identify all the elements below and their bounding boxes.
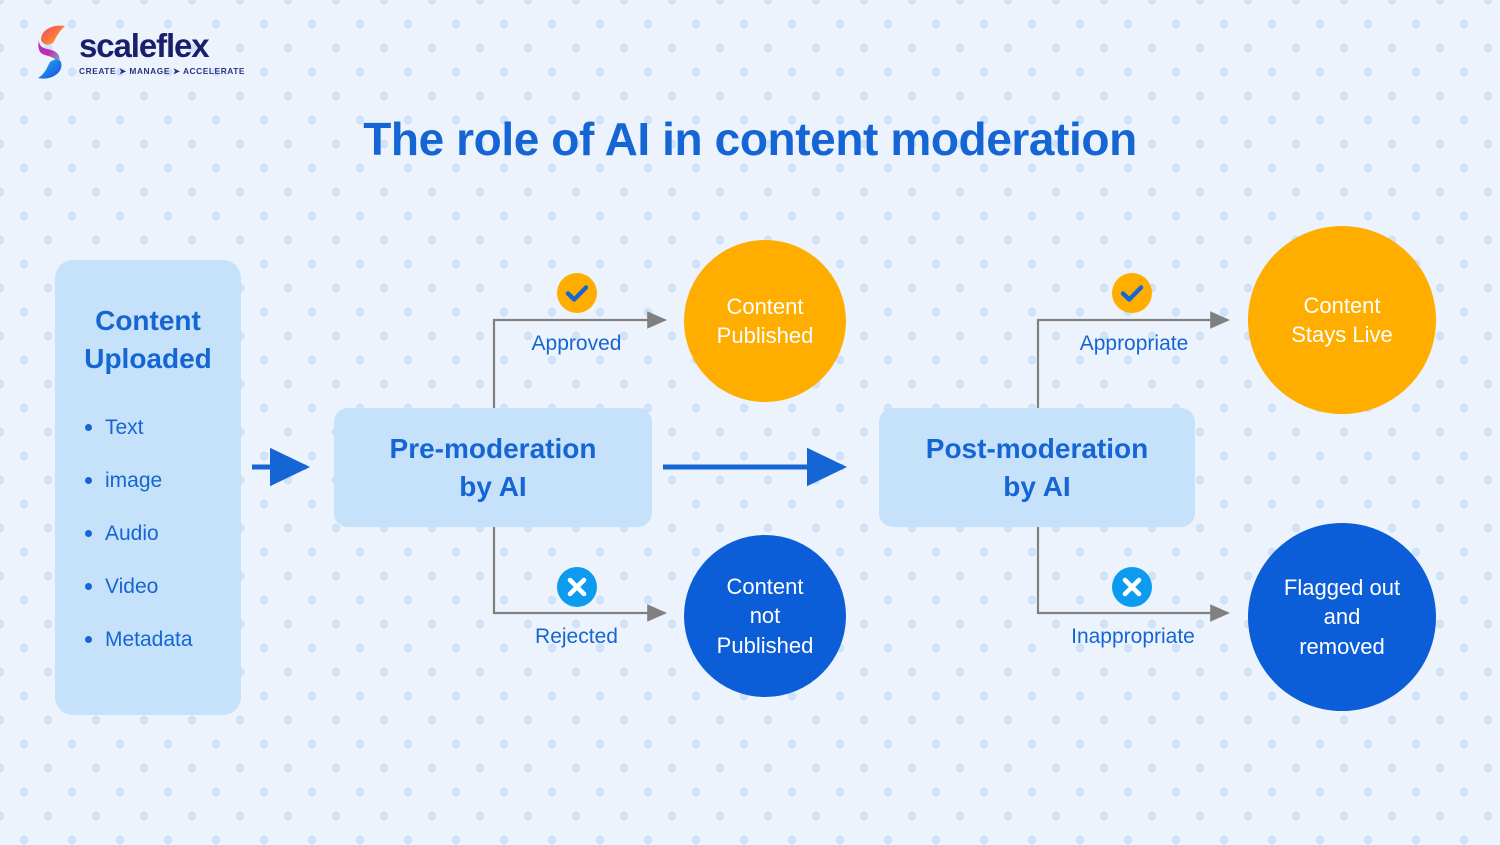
outcome-line1: Flagged out (1283, 575, 1401, 601)
list-item: image (83, 470, 241, 491)
post-moderation-label-line2: by AI (1003, 470, 1071, 502)
brand-tagline: CREATE ➤ MANAGE ➤ ACCELERATE (79, 65, 246, 76)
branch-label-appropriate: Appropriate (1079, 332, 1189, 355)
x-circle-icon (1112, 567, 1152, 607)
list-item: Audio (83, 523, 241, 544)
brand-logo[interactable]: scaleflex CREATE ➤ MANAGE ➤ ACCELERATE (34, 24, 245, 80)
page-title: The role of AI in content moderation (363, 113, 1137, 165)
content-uploaded-title-line1: Content (95, 305, 201, 336)
brand-wordmark: scaleflex (79, 26, 210, 64)
list-item: Video (83, 576, 241, 597)
x-circle-icon (557, 567, 597, 607)
outcome-line2: Stays Live (1291, 322, 1393, 347)
outcome-line2: not (749, 603, 781, 629)
pre-moderation-node: Pre-moderation by AI (334, 408, 652, 527)
check-circle-icon (1112, 273, 1152, 313)
outcome-line1: Content (1303, 292, 1381, 318)
pre-moderation-label-line2: by AI (459, 470, 527, 502)
outcome-line1: Content (726, 293, 804, 319)
content-type-list: Text image Audio Video Metadata (55, 417, 241, 650)
scaleflex-s-logo-icon (38, 25, 65, 79)
pre-moderation-label-line1: Pre-moderation (389, 433, 597, 465)
content-uploaded-title-line2: Uploaded (84, 343, 212, 375)
outcome-line3: Published (716, 632, 814, 658)
outcome-content-stays-live: Content Stays Live (1248, 226, 1436, 414)
outcome-line1: Content (726, 574, 804, 600)
branch-label-approved: Approved (531, 332, 622, 355)
outcome-flagged-out-and-removed: Flagged out and removed (1248, 523, 1436, 711)
content-uploaded-title: Content Uploaded (55, 302, 241, 379)
outcome-line3: removed (1299, 633, 1385, 659)
branch-label-rejected: Rejected (535, 625, 618, 648)
outcome-line2: and (1323, 604, 1361, 630)
list-item: Metadata (83, 629, 241, 650)
content-uploaded-card: Content Uploaded Text image Audio Video … (55, 260, 241, 715)
check-circle-icon (557, 273, 597, 313)
post-moderation-label-line1: Post-moderation (925, 433, 1149, 465)
outcome-content-not-published: Content not Published (684, 535, 846, 697)
post-moderation-node: Post-moderation by AI (879, 408, 1195, 527)
outcome-line2: Published (716, 323, 814, 348)
branch-label-inappropriate: Inappropriate (1071, 625, 1195, 648)
outcome-content-published: Content Published (684, 240, 846, 402)
list-item: Text (83, 417, 241, 438)
